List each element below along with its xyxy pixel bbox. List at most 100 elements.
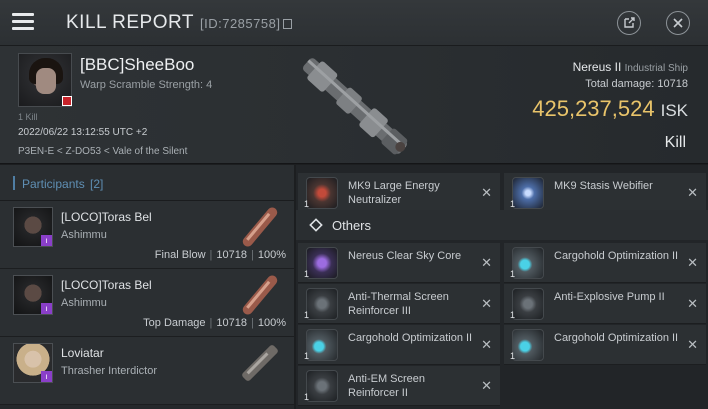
participants-header[interactable]: Participants [2] [0,165,294,201]
destroyed-icon: ✕ [481,255,492,270]
item-qty: 1 [510,269,516,279]
participant-avatar[interactable]: ı [13,275,53,315]
participant-avatar[interactable]: ı [13,343,53,383]
energy-neutralizer-icon [306,177,338,209]
isk-amount: 425,237,524 [532,96,655,121]
total-damage: Total damage: 10718 [585,78,688,90]
participant-name[interactable]: Loviatar [61,346,104,360]
ship-class: Industrial Ship [624,63,688,74]
item-name: Anti-Thermal Screen Reinforcer III [348,291,449,317]
item-qty: 1 [304,351,310,361]
isk-unit: ISK [660,101,688,120]
kill-result: Kill [664,134,686,151]
item-slot[interactable]: 1 Nereus Clear Sky Core ✕ [298,243,500,283]
close-button[interactable] [666,11,690,35]
item-name: Nereus Clear Sky Core [348,250,462,262]
item-qty: 1 [510,310,516,320]
item-slot[interactable]: 1 Anti-EM Screen Reinforcer II ✕ [298,366,500,406]
items-panel: 1 MK9 Large Energy Neutralizer ✕ 1 MK9 S… [296,165,708,409]
participant-ship-image [242,345,278,381]
item-slot[interactable]: 1 Cargohold Optimization II ✕ [298,325,500,365]
security-status-badge [62,96,72,106]
participant-stats: Top Damage | 10718 | 100% [143,317,286,329]
ship-name[interactable]: Nereus II [573,60,622,74]
participant-row[interactable]: ı Loviatar Thrasher Interdictor [0,337,294,405]
cube-icon [309,218,323,232]
item-slot[interactable]: 1 Cargohold Optimization II ✕ [504,243,706,283]
item-qty: 1 [304,310,310,320]
title-text: KILL REPORT [66,12,194,33]
close-icon [673,18,683,28]
alpha-badge: ı [41,235,52,246]
item-slot[interactable]: 1 Cargohold Optimization II ✕ [504,325,706,365]
alpha-badge: ı [41,371,52,382]
total-damage-label: Total damage: [585,78,655,90]
participant-row[interactable]: ı [LOCO]Toras Bel Ashimmu Top Damage | 107… [0,269,294,337]
item-name: MK9 Stasis Webifier [554,180,653,192]
pump-icon [512,288,544,320]
destroyed-icon: ✕ [687,337,698,352]
isk-value: 425,237,524 ISK [532,96,688,122]
item-qty: 1 [304,199,310,209]
item-name: Anti-Explosive Pump II [554,291,665,303]
item-qty: 1 [510,199,516,209]
ship-type: Nereus II Industrial Ship [573,60,688,74]
destroyed-icon: ✕ [687,185,698,200]
participant-row[interactable]: ı [LOCO]Toras Bel Ashimmu Final Blow | 107… [0,201,294,269]
header-bar: KILL REPORT [ID:7285758] [0,0,708,46]
item-slot[interactable]: 1 Anti-Explosive Pump II ✕ [504,284,706,324]
participants-count: [2] [90,177,104,191]
kill-datetime: 2022/06/22 13:12:55 UTC +2 [18,127,148,138]
destroyed-icon: ✕ [481,378,492,393]
cargohold-icon [512,329,544,361]
item-slot[interactable]: 1 Anti-Thermal Screen Reinforcer III ✕ [298,284,500,324]
participant-role: Final Blow [154,249,206,261]
participant-stats: Final Blow | 10718 | 100% [154,249,286,261]
share-button[interactable] [617,11,641,35]
cargohold-icon [512,247,544,279]
item-name: Cargohold Optimization II [554,332,679,344]
participant-ship-image [242,207,278,247]
core-icon [306,247,338,279]
total-damage-value: 10718 [657,78,688,90]
destroyed-icon: ✕ [481,296,492,311]
alpha-badge: ı [41,303,52,314]
stasis-webifier-icon [512,177,544,209]
participant-name[interactable]: [LOCO]Toras Bel [61,210,152,224]
external-link-icon [624,17,635,28]
cargohold-icon [306,329,338,361]
item-slot[interactable]: 1 MK9 Stasis Webifier ✕ [504,173,706,213]
participant-name[interactable]: [LOCO]Toras Bel [61,278,152,292]
participant-percent: 100% [257,317,286,329]
participant-ship: Ashimmu [61,229,107,241]
victim-panel: [BBC]SheeBoo Warp Scramble Strength: 4 1… [0,46,708,164]
kill-location[interactable]: P3EN-E < Z-DO53 < Vale of the Silent [18,146,187,157]
warp-scramble-strength: Warp Scramble Strength: 4 [80,79,213,91]
participant-damage: 10718 [216,317,247,329]
copy-icon[interactable] [283,19,293,29]
victim-kills: 1 Kill [18,112,38,122]
item-name: Cargohold Optimization II [348,332,473,344]
participant-ship-image [242,275,278,315]
participant-avatar[interactable]: ı [13,207,53,247]
destroyed-icon: ✕ [687,296,698,311]
item-qty: 1 [304,392,310,402]
kill-id: [ID:7285758] [200,16,281,31]
participant-damage: 10718 [216,249,247,261]
ship-render [302,58,408,155]
item-slot[interactable]: 1 MK9 Large Energy Neutralizer ✕ [298,173,500,213]
destroyed-icon: ✕ [687,255,698,270]
item-name: Anti-EM Screen Reinforcer II [348,373,426,399]
item-qty: 1 [510,351,516,361]
page-title: KILL REPORT [ID:7285758] [66,12,293,34]
others-header: Others [296,210,708,240]
participant-ship: Ashimmu [61,297,107,309]
victim-name[interactable]: [BBC]SheeBoo [80,55,194,75]
destroyed-icon: ✕ [481,185,492,200]
menu-icon[interactable] [12,13,34,31]
screen-reinforcer-icon [306,370,338,402]
participants-label: Participants [22,177,85,191]
item-qty: 1 [304,269,310,279]
participant-ship: Thrasher Interdictor [61,365,157,377]
item-name: Cargohold Optimization II [554,250,679,262]
